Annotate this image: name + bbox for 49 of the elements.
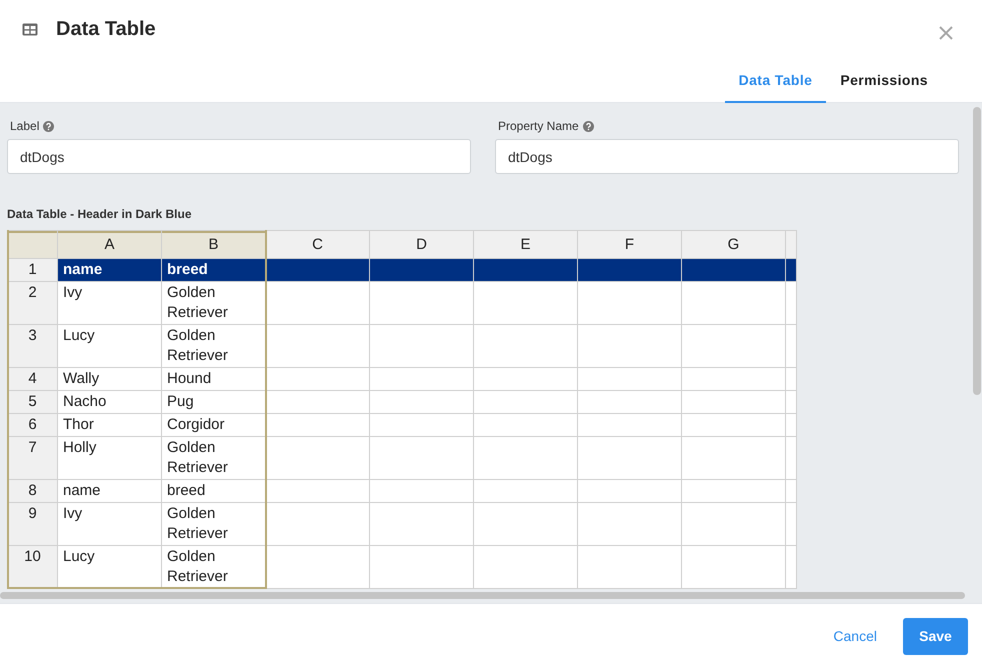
row-number: 6 bbox=[8, 414, 58, 436]
field-label: Property Name bbox=[498, 119, 579, 133]
row-number: 3 bbox=[8, 324, 58, 368]
row-number: 1 bbox=[8, 258, 58, 282]
help-icon[interactable] bbox=[582, 120, 594, 132]
table-cell: Hound bbox=[162, 368, 266, 390]
table-cell: Lucy bbox=[58, 324, 162, 368]
tab[interactable]: Permissions bbox=[826, 62, 942, 103]
table-cell: Nacho bbox=[58, 390, 162, 414]
column-header[interactable]: B bbox=[162, 230, 266, 258]
column-header[interactable]: A bbox=[58, 230, 162, 258]
table-cell: Golden Retriever bbox=[162, 324, 266, 368]
table-cell: Holly bbox=[58, 436, 162, 480]
dialog-title: Data Table bbox=[56, 18, 156, 41]
table-cell: Lucy bbox=[58, 546, 162, 588]
table-cell: Golden Retriever bbox=[162, 282, 266, 324]
row-number: 4 bbox=[8, 368, 58, 390]
close-icon[interactable] bbox=[939, 26, 953, 40]
column-header[interactable]: G bbox=[682, 230, 786, 258]
table-icon bbox=[22, 23, 38, 36]
section-title: Data Table - Header in Dark Blue bbox=[7, 207, 192, 221]
table-cell: Ivy bbox=[58, 502, 162, 546]
column-header[interactable]: D bbox=[370, 230, 474, 258]
table-cell: breed bbox=[162, 480, 266, 502]
row-number: 5 bbox=[8, 390, 58, 414]
field-label: Label bbox=[10, 119, 40, 133]
table-cell: name bbox=[58, 258, 162, 282]
table-cell: Corgidor bbox=[162, 414, 266, 436]
help-icon[interactable] bbox=[43, 120, 54, 132]
text-field[interactable]: dtDogs bbox=[7, 139, 471, 174]
column-header[interactable]: C bbox=[266, 230, 370, 258]
scrollbar[interactable] bbox=[0, 592, 965, 599]
scrollbar[interactable] bbox=[973, 107, 981, 395]
table-cell: Pug bbox=[162, 390, 266, 414]
table-cell: name bbox=[58, 480, 162, 502]
table-cell: breed bbox=[162, 258, 266, 282]
table-cell: Wally bbox=[58, 368, 162, 390]
table-cell: Ivy bbox=[58, 282, 162, 324]
table-cell: Golden Retriever bbox=[162, 546, 266, 588]
row-number: 2 bbox=[8, 282, 58, 324]
row-number: 9 bbox=[8, 502, 58, 546]
row-number: 10 bbox=[8, 546, 58, 588]
table-cell: Golden Retriever bbox=[162, 502, 266, 546]
table-cell: Thor bbox=[58, 414, 162, 436]
row-number: 8 bbox=[8, 480, 58, 502]
column-header[interactable]: E bbox=[474, 230, 578, 258]
column-header[interactable]: F bbox=[578, 230, 682, 258]
row-number: 7 bbox=[8, 436, 58, 480]
text-field[interactable]: dtDogs bbox=[495, 139, 959, 174]
